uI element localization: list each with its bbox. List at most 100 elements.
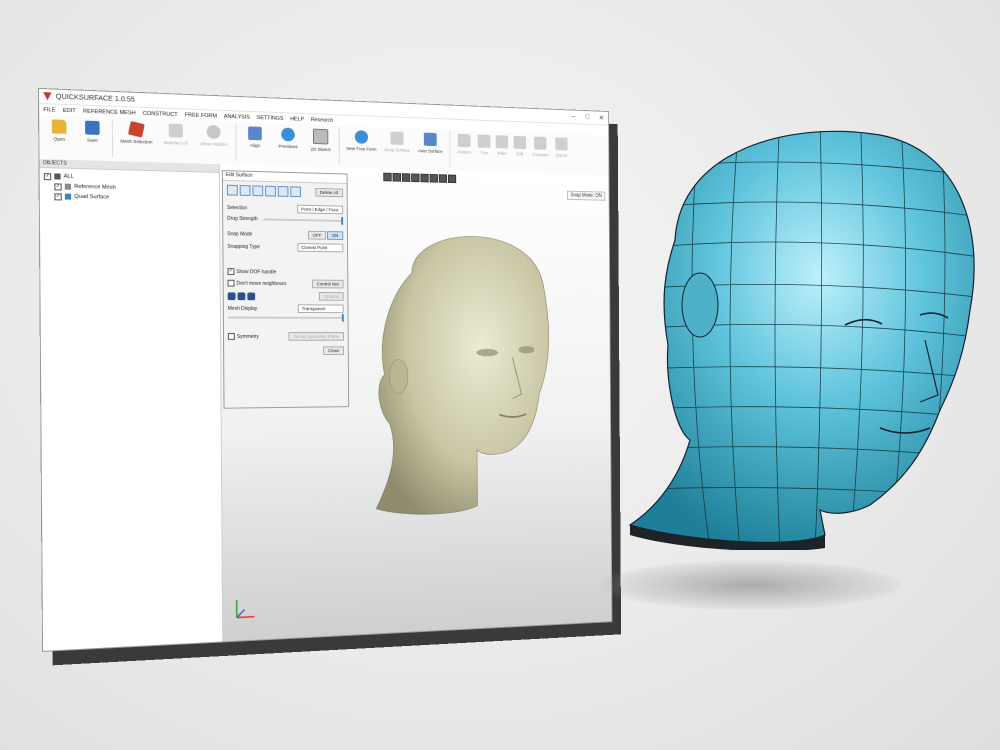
deselect-icon [168, 123, 183, 138]
view-iso-icon[interactable] [438, 174, 448, 183]
snap-mode-label: Snap Mode [227, 230, 253, 238]
selection-dropdown[interactable]: Point / Edge / Face [297, 204, 344, 215]
edit-button[interactable]: Edit [512, 134, 528, 157]
pattern-button[interactable]: Pattern [454, 132, 474, 155]
select-point-icon[interactable] [226, 184, 238, 196]
display-mode-icons [227, 291, 256, 300]
mesh-selection-button[interactable]: Mesh Selection [117, 120, 156, 145]
align-button[interactable]: Align [240, 124, 269, 148]
snap-mode-toggle: OFF ON [307, 230, 344, 240]
close-window-button[interactable]: ✕ [594, 114, 608, 122]
drag-strength-slider[interactable] [263, 217, 344, 225]
head-shadow [600, 560, 900, 610]
drag-strength-label: Drag Strength [227, 215, 258, 223]
view-right-icon[interactable] [411, 173, 420, 183]
checkbox[interactable]: ✓ [43, 172, 52, 180]
view-top-icon[interactable] [420, 173, 429, 183]
select-all-icon[interactable] [277, 186, 289, 197]
transparency-slider[interactable] [227, 314, 344, 322]
compare-button[interactable]: Compare [530, 135, 551, 158]
ribbon-divider [338, 127, 340, 164]
open-label: Open [53, 136, 66, 142]
edit-surface-panel: Edit Surface Delete All Selection Point … [221, 170, 350, 409]
select-edge-icon[interactable] [239, 185, 251, 196]
symmetry-checkbox[interactable]: Symmetry [227, 333, 259, 340]
snap-on-button[interactable]: ON [327, 231, 344, 240]
export-button[interactable]: Export [553, 135, 571, 158]
new-free-form-button[interactable]: New Free Form [343, 128, 379, 152]
auto-surface-button[interactable]: Auto Surface [415, 130, 446, 154]
fillet-button[interactable]: Fillet [494, 133, 510, 156]
show-hidden-button[interactable]: Show Hidden [196, 123, 232, 148]
maximize-button[interactable]: □ [580, 114, 594, 122]
tree-item-label: Quad Surface [74, 193, 110, 201]
show-dof-row: ✓ Show DOF handle [224, 268, 348, 276]
edit-icon [513, 135, 527, 150]
snap-off-button[interactable]: OFF [307, 230, 327, 240]
open-button[interactable]: Open [43, 117, 74, 142]
view-fit-icon[interactable] [447, 174, 457, 184]
show-dof-checkbox[interactable]: ✓ Show DOF handle [227, 268, 276, 275]
save-label: Save [86, 137, 98, 143]
menu-free-form[interactable]: FREE FORM [185, 112, 217, 119]
wireframe-icon[interactable] [237, 291, 246, 300]
checkbox[interactable]: ✓ [54, 192, 62, 200]
checkbox[interactable] [227, 279, 235, 287]
menu-edit[interactable]: EDIT [63, 107, 76, 113]
set-symmetry-button[interactable]: Set as Symmetry Plane [288, 332, 344, 341]
minimize-button[interactable]: – [566, 113, 580, 121]
menu-file[interactable]: FILE [43, 107, 55, 113]
control-net-button[interactable]: Control Net [311, 279, 344, 289]
view-toolbar [383, 172, 457, 184]
compare-icon [534, 136, 547, 150]
snap-surface-button[interactable]: Snap Surface [381, 129, 413, 153]
object-tree: ✓ ALL ✓ Reference Mesh ✓ Quad Surface [40, 168, 220, 208]
quad-surface-head [628, 130, 975, 550]
checkbox[interactable]: ✓ [227, 268, 235, 275]
slider-handle[interactable] [341, 314, 344, 322]
options-button[interactable]: Options [319, 292, 344, 301]
select-face-icon[interactable] [252, 185, 264, 197]
menu-analysis[interactable]: ANALYSIS [224, 113, 250, 120]
deviation-icon[interactable] [247, 292, 256, 300]
fillet-icon [495, 135, 509, 149]
selection-tools [226, 184, 301, 198]
delete-all-button[interactable]: Delete All [314, 187, 343, 198]
axis-triad [233, 595, 259, 621]
view-front-icon[interactable] [383, 172, 392, 182]
slider-handle[interactable] [341, 217, 344, 225]
3d-viewport[interactable]: Snap Mode: ON Edit Surface Delete All Se… [219, 164, 612, 642]
save-button[interactable]: Save [77, 118, 108, 143]
edit-surface-title: Edit Surface [222, 171, 347, 185]
menu-research[interactable]: Research [311, 117, 334, 124]
menu-reference-mesh[interactable]: REFERENCE MESH [83, 108, 136, 116]
snapping-type-dropdown[interactable]: Closest Point [297, 243, 344, 253]
primitives-button[interactable]: Primitives [271, 125, 304, 149]
view-bottom-icon[interactable] [429, 173, 438, 183]
menu-construct[interactable]: CONSTRUCT [143, 110, 178, 117]
menu-help[interactable]: HELP [290, 116, 304, 122]
view-left-icon[interactable] [401, 173, 411, 182]
snapping-type-label: Snapping Type [227, 243, 260, 250]
trim-button[interactable]: Trim [476, 133, 492, 156]
extrude-icon[interactable] [290, 186, 301, 198]
sketch-icon [312, 128, 329, 145]
shaded-icon[interactable] [227, 291, 236, 300]
trim-icon [477, 134, 491, 148]
close-button[interactable]: Close [323, 346, 345, 356]
view-back-icon[interactable] [392, 172, 402, 182]
show-dof-label: Show DOF handle [236, 268, 277, 275]
checkbox[interactable] [227, 333, 235, 340]
menu-settings[interactable]: SETTINGS [257, 115, 284, 122]
app-window: QUICKSURFACE 1.0.55 – □ ✕ FILE EDIT REFE… [37, 87, 613, 652]
folder-icon [54, 173, 61, 180]
tool-row: Delete All [223, 184, 347, 199]
dont-move-checkbox[interactable]: Don't move neighbours [227, 279, 287, 287]
sketch-2d-button[interactable]: 2D Sketch [306, 127, 335, 153]
tree-item-label: ALL [63, 173, 74, 180]
select-loop-icon[interactable] [265, 185, 276, 197]
mesh-display-dropdown[interactable]: Transparent [297, 304, 344, 314]
checkbox[interactable]: ✓ [54, 182, 62, 191]
display-icons-row: Options [224, 291, 348, 301]
deselect-all-button[interactable]: Deselect All [158, 121, 194, 146]
